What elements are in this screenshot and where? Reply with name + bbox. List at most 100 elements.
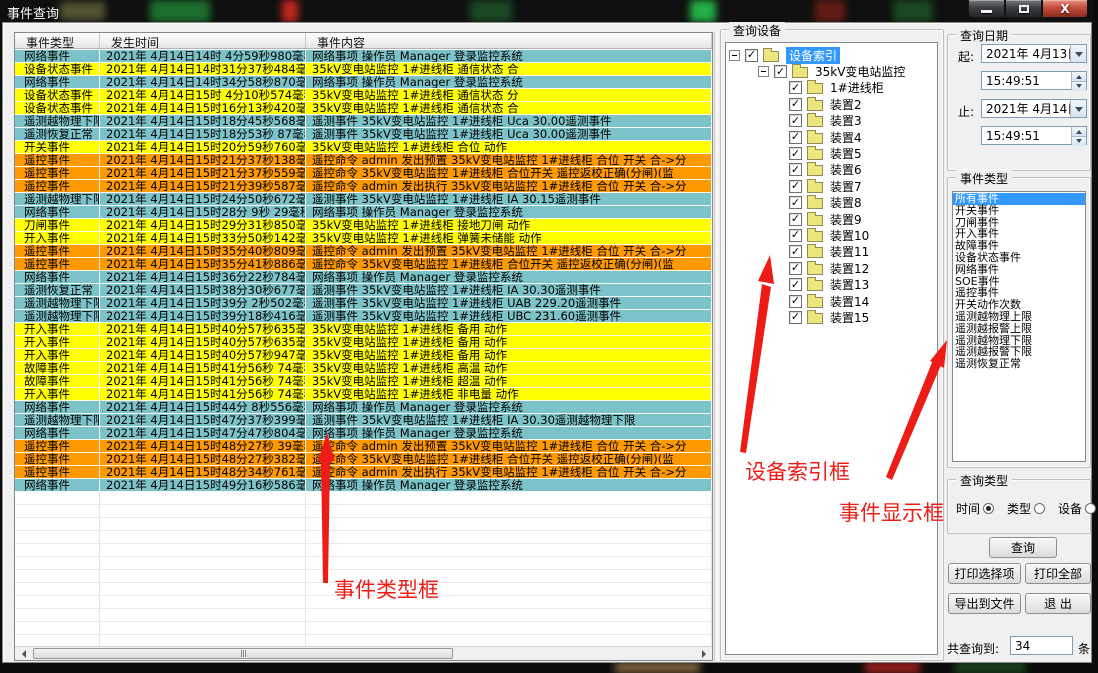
table-row[interactable]: 遥控事件 2021年 4月14日15时35分41秒886毫秒 遥控命令 35kV… xyxy=(15,258,712,271)
table-row[interactable]: 故障事件 2021年 4月14日15时41分56秒 74毫秒 35kV变电站监控… xyxy=(15,375,712,388)
checkbox-icon[interactable] xyxy=(789,262,802,275)
table-row[interactable]: 遥控事件 2021年 4月14日15时21分39秒587毫秒 遥控命令 admi… xyxy=(15,180,712,193)
print-all-button[interactable]: 打印全部 xyxy=(1025,563,1091,584)
table-row[interactable]: 设备状态事件 2021年 4月14日15时 4分10秒574毫秒 35kV变电站… xyxy=(15,89,712,102)
column-header-content[interactable]: 事件内容 xyxy=(306,33,712,48)
tree-device-label[interactable]: 装置14 xyxy=(830,293,869,310)
event-type-option[interactable]: 遥测恢复正常 xyxy=(953,358,1085,370)
scroll-left-button[interactable] xyxy=(15,647,31,660)
tree-item-device[interactable]: 装置13 xyxy=(726,276,937,292)
tree-root-label[interactable]: 设备索引 xyxy=(786,47,840,64)
tree-item-device[interactable]: 装置11 xyxy=(726,244,937,260)
tree-item-root[interactable]: 设备索引 xyxy=(726,47,937,63)
table-row[interactable]: 遥测越物理下限 2021年 4月14日15时24分50秒672毫秒 遥测事件 3… xyxy=(15,193,712,206)
table-row[interactable]: 遥测越物理下限 2021年 4月14日15时39分18秒416毫秒 遥测事件 3… xyxy=(15,310,712,323)
query-button[interactable]: 查询 xyxy=(989,537,1057,558)
table-row[interactable]: 刀闸事件 2021年 4月14日15时29分31秒850毫秒 35kV变电站监控… xyxy=(15,219,712,232)
checkbox-icon[interactable] xyxy=(789,163,802,176)
table-row[interactable]: 遥控事件 2021年 4月14日15时35分40秒809毫秒 遥控命令 admi… xyxy=(15,245,712,258)
tree-item-device[interactable]: 装置7 xyxy=(726,178,937,194)
tree-device-label[interactable]: 装置15 xyxy=(830,309,869,326)
checkbox-icon[interactable] xyxy=(789,131,802,144)
tree-device-label[interactable]: 装置5 xyxy=(830,145,862,162)
tree-device-label[interactable]: 装置2 xyxy=(830,96,862,113)
tree-item-device[interactable]: 装置5 xyxy=(726,145,937,161)
table-row[interactable]: 开入事件 2021年 4月14日15时40分57秒635毫秒 35kV变电站监控… xyxy=(15,323,712,336)
horizontal-scrollbar[interactable] xyxy=(15,646,712,660)
to-date-picker[interactable]: 2021年 4月14日 xyxy=(981,99,1087,118)
export-button[interactable]: 导出到文件 xyxy=(948,593,1021,614)
to-time-spinner[interactable]: 15:49:51 xyxy=(981,126,1087,145)
event-type-option[interactable]: 设备状态事件 xyxy=(953,252,1085,264)
checkbox-icon[interactable] xyxy=(789,114,802,127)
tree-item-device[interactable]: 装置15 xyxy=(726,309,937,325)
table-row[interactable]: 遥控事件 2021年 4月14日15时48分27秒382毫秒 遥控命令 35kV… xyxy=(15,453,712,466)
checkbox-icon[interactable] xyxy=(789,229,802,242)
spin-down-button[interactable] xyxy=(1072,137,1086,146)
checkbox-icon[interactable] xyxy=(789,278,802,291)
event-table[interactable]: 事件类型 发生时间 事件内容 网络事件 2021年 4月14日14时 4分59秒… xyxy=(14,32,713,661)
maximize-button[interactable] xyxy=(1005,0,1042,18)
event-type-option[interactable]: 遥测越物理上限 xyxy=(953,311,1085,323)
table-row[interactable]: 遥控事件 2021年 4月14日15时48分27秒 39毫秒 遥控命令 admi… xyxy=(15,440,712,453)
checkbox-icon[interactable] xyxy=(789,245,802,258)
table-row[interactable]: 开入事件 2021年 4月14日15时41分56秒 74毫秒 35kV变电站监控… xyxy=(15,388,712,401)
table-row[interactable]: 遥控事件 2021年 4月14日15时48分34秒761毫秒 遥控命令 admi… xyxy=(15,466,712,479)
tree-station-label[interactable]: 35kV变电站监控 xyxy=(815,63,905,80)
tree-item-device[interactable]: 装置2 xyxy=(726,96,937,112)
event-type-option[interactable]: 开关事件 xyxy=(953,205,1085,217)
table-row[interactable]: 网络事件 2021年 4月14日15时44分 8秒556毫秒 网络事项 操作员 … xyxy=(15,401,712,414)
tree-device-label[interactable]: 装置4 xyxy=(830,129,862,146)
query-type-option[interactable]: 时间 xyxy=(956,500,994,517)
exit-button[interactable]: 退 出 xyxy=(1025,593,1091,614)
scroll-right-button[interactable] xyxy=(696,647,712,660)
table-row[interactable]: 网络事件 2021年 4月14日15时49分16秒586毫秒 网络事项 操作员 … xyxy=(15,479,712,492)
radio-icon[interactable] xyxy=(1085,503,1096,514)
tree-item-device[interactable]: 装置12 xyxy=(726,260,937,276)
table-row[interactable]: 遥控事件 2021年 4月14日15时21分37秒138毫秒 遥控命令 admi… xyxy=(15,154,712,167)
tree-device-label[interactable]: 装置12 xyxy=(830,260,869,277)
column-header-time[interactable]: 发生时间 xyxy=(100,33,306,48)
spin-down-button[interactable] xyxy=(1072,82,1086,91)
column-header-type[interactable]: 事件类型 xyxy=(15,33,100,48)
scrollbar-thumb[interactable] xyxy=(33,648,453,659)
tree-item-device[interactable]: 装置10 xyxy=(726,227,937,243)
table-row[interactable]: 网络事件 2021年 4月14日15时47分47秒804毫秒 网络事项 操作员 … xyxy=(15,427,712,440)
table-row[interactable]: 开入事件 2021年 4月14日15时33分50秒142毫秒 35kV变电站监控… xyxy=(15,232,712,245)
spin-up-button[interactable] xyxy=(1072,127,1086,137)
table-row[interactable]: 网络事件 2021年 4月14日14时 4分59秒980毫秒 网络事项 操作员 … xyxy=(15,50,712,63)
tree-device-label[interactable]: 装置13 xyxy=(830,276,869,293)
print-selected-button[interactable]: 打印选择项 xyxy=(948,563,1021,584)
tree-item-device[interactable]: 装置4 xyxy=(726,129,937,145)
event-type-option[interactable]: 遥测越报警上限 xyxy=(953,323,1085,335)
tree-item-device[interactable]: 装置6 xyxy=(726,162,937,178)
query-type-option[interactable]: 类型 xyxy=(1007,500,1045,517)
table-row[interactable]: 网络事件 2021年 4月14日15时28分 9秒 29毫秒 网络事项 操作员 … xyxy=(15,206,712,219)
event-type-listbox[interactable]: 所有事件开关事件刀闸事件开入事件故障事件设备状态事件网络事件SOE事件遥控事件开… xyxy=(952,191,1086,462)
table-row[interactable]: 遥测越物理下限 2021年 4月14日15时39分 2秒502毫秒 遥测事件 3… xyxy=(15,297,712,310)
checkbox-icon[interactable] xyxy=(789,295,802,308)
device-tree[interactable]: 设备索引 35kV变电站监控 1#进线柜 装置2 装置3 装置4 xyxy=(725,42,938,655)
checkbox-icon[interactable] xyxy=(789,196,802,209)
tree-item-device[interactable]: 1#进线柜 xyxy=(726,80,937,96)
close-button[interactable]: X xyxy=(1042,0,1088,18)
tree-item-device[interactable]: 装置9 xyxy=(726,211,937,227)
table-row[interactable]: 设备状态事件 2021年 4月14日14时31分37秒484毫秒 35kV变电站… xyxy=(15,63,712,76)
spin-up-button[interactable] xyxy=(1072,72,1086,82)
tree-device-label[interactable]: 装置10 xyxy=(830,227,869,244)
query-type-option[interactable]: 设备 xyxy=(1058,500,1096,517)
table-row[interactable]: 遥测越物理下限 2021年 4月14日15时47分37秒399毫秒 遥测事件 3… xyxy=(15,414,712,427)
tree-device-label[interactable]: 装置7 xyxy=(830,178,862,195)
result-count-field[interactable]: 34 xyxy=(1010,636,1073,655)
collapse-icon[interactable] xyxy=(758,66,769,77)
tree-item-device[interactable]: 装置3 xyxy=(726,113,937,129)
dropdown-button[interactable] xyxy=(1070,45,1086,62)
from-time-spinner[interactable]: 15:49:51 xyxy=(981,71,1087,90)
table-row[interactable]: 遥测越物理下限 2021年 4月14日15时18分45秒568毫秒 遥测事件 3… xyxy=(15,115,712,128)
scrollbar-track[interactable] xyxy=(31,647,696,660)
table-row[interactable]: 开入事件 2021年 4月14日15时40分57秒947毫秒 35kV变电站监控… xyxy=(15,349,712,362)
checkbox-icon[interactable] xyxy=(789,147,802,160)
table-row[interactable]: 开入事件 2021年 4月14日15时40分57秒635毫秒 35kV变电站监控… xyxy=(15,336,712,349)
from-date-picker[interactable]: 2021年 4月13日 xyxy=(981,44,1087,63)
radio-icon[interactable] xyxy=(983,503,994,514)
